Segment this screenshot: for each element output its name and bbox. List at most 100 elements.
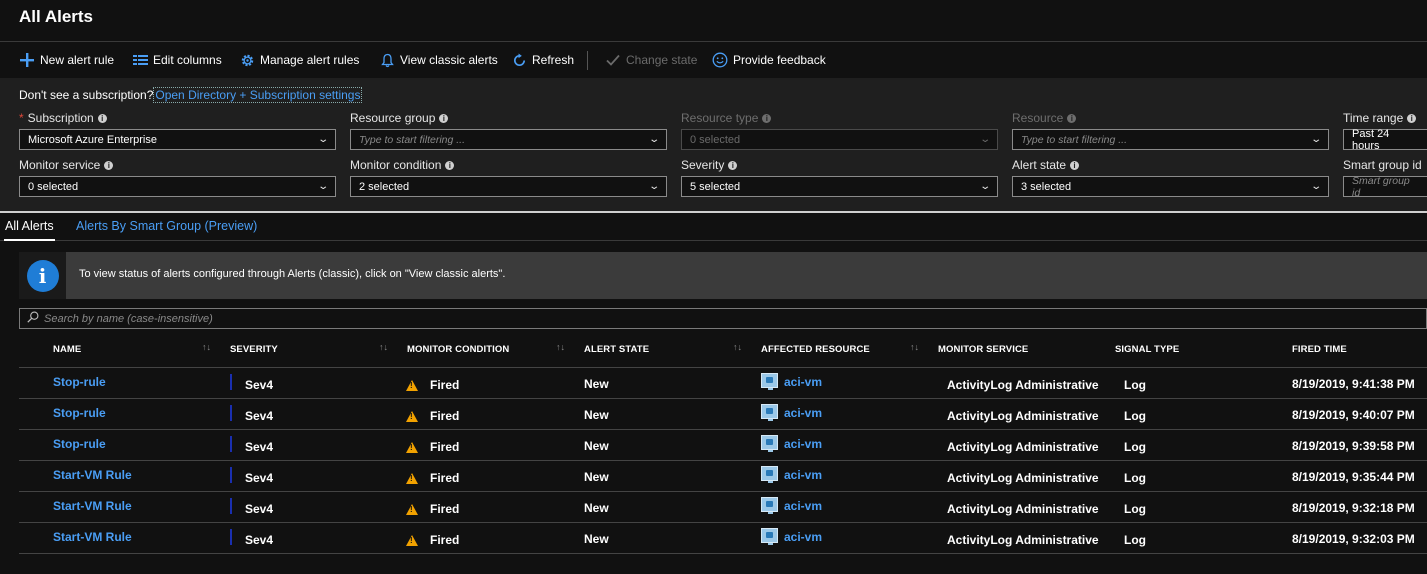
- view-classic-alerts-button[interactable]: View classic alerts: [379, 43, 498, 77]
- severity-dropdown[interactable]: 5 selected ⌄: [681, 176, 998, 197]
- banner-text: To view status of alerts configured thro…: [79, 268, 506, 280]
- alert-name-link[interactable]: Start-VM Rule: [53, 499, 132, 513]
- alert-state-label: Alert state i: [1012, 158, 1080, 172]
- column-header-monitor-service[interactable]: MONITOR SERVICE: [938, 344, 1028, 355]
- subscription-label-text: Subscription: [27, 111, 94, 125]
- time-range-value: Past 24 hours: [1352, 127, 1390, 152]
- info-icon: i: [1070, 160, 1080, 170]
- affected-resource-link[interactable]: aci-vm: [784, 530, 822, 544]
- checkmark-icon: [605, 52, 621, 68]
- monitor-service-label-text: Monitor service: [19, 158, 101, 172]
- warning-icon: [406, 442, 418, 453]
- sort-icon[interactable]: ↑↓: [910, 342, 919, 352]
- monitor-service-value: ActivityLog Administrative: [947, 502, 1099, 516]
- table-row[interactable]: Stop-rule Sev4 Fired New aci-vm Activity…: [19, 399, 1427, 430]
- sort-icon[interactable]: ↑↓: [556, 342, 565, 352]
- resource-group-dropdown[interactable]: Type to start filtering ... ⌄: [350, 129, 667, 150]
- signal-type-value: Log: [1124, 440, 1146, 454]
- column-header-fired-time[interactable]: FIRED TIME: [1292, 344, 1347, 355]
- affected-resource-link[interactable]: aci-vm: [784, 375, 822, 389]
- monitor-condition-label-text: Monitor condition: [350, 158, 442, 172]
- search-input[interactable]: [44, 312, 644, 325]
- severity-value: Sev4: [245, 471, 274, 485]
- provide-feedback-button[interactable]: Provide feedback: [712, 43, 826, 77]
- column-header-signal-type[interactable]: SIGNAL TYPE: [1115, 344, 1179, 355]
- monitor-service-dropdown[interactable]: 0 selected ⌄: [19, 176, 336, 197]
- resource-group-label-text: Resource group: [350, 111, 436, 125]
- table-row[interactable]: Start-VM Rule Sev4 Fired New aci-vm Acti…: [19, 492, 1427, 523]
- subscription-settings-link[interactable]: Open Directory + Subscription settings: [153, 87, 363, 103]
- provide-feedback-label: Provide feedback: [733, 53, 826, 67]
- manage-alert-rules-button[interactable]: Manage alert rules: [239, 43, 359, 77]
- column-header-monitor-condition[interactable]: MONITOR CONDITION: [407, 344, 509, 355]
- gear-icon: [239, 52, 255, 68]
- filter-panel: Don't see a subscription? Open Directory …: [0, 78, 1427, 211]
- table-row[interactable]: Start-VM Rule Sev4 Fired New aci-vm Acti…: [19, 461, 1427, 492]
- affected-resource-link[interactable]: aci-vm: [784, 499, 822, 513]
- vm-icon: [761, 373, 778, 390]
- affected-resource-link[interactable]: aci-vm: [784, 406, 822, 420]
- subscription-dropdown[interactable]: Microsoft Azure Enterprise ⌄: [19, 129, 336, 150]
- edit-columns-button[interactable]: Edit columns: [132, 43, 222, 77]
- column-header-affected-resource[interactable]: AFFECTED RESOURCE: [761, 344, 870, 355]
- severity-label: Severity i: [681, 158, 738, 172]
- resource-dropdown[interactable]: Type to start filtering ... ⌄: [1012, 129, 1329, 150]
- change-state-button[interactable]: Change state: [605, 43, 697, 77]
- resource-type-value: 0 selected: [690, 133, 741, 146]
- monitor-condition-value: Fired: [430, 440, 460, 454]
- column-header-alert-state[interactable]: ALERT STATE: [584, 344, 649, 355]
- monitor-service-value: ActivityLog Administrative: [947, 471, 1099, 485]
- search-box[interactable]: [19, 308, 1427, 329]
- info-banner: i To view status of alerts configured th…: [19, 252, 1427, 299]
- resource-type-dropdown[interactable]: 0 selected ⌄: [681, 129, 998, 150]
- column-header-severity[interactable]: SEVERITY: [230, 344, 278, 355]
- monitor-condition-value: 2 selected: [359, 180, 410, 193]
- refresh-label: Refresh: [532, 53, 575, 67]
- alert-state-dropdown[interactable]: 3 selected ⌄: [1012, 176, 1329, 197]
- new-alert-rule-button[interactable]: New alert rule: [19, 43, 114, 77]
- tab-alerts-by-smart-group[interactable]: Alerts By Smart Group (Preview): [76, 213, 257, 239]
- table-row[interactable]: Start-VM Rule Sev4 Fired New aci-vm Acti…: [19, 523, 1427, 554]
- severity-indicator: [230, 374, 232, 390]
- alert-name-link[interactable]: Stop-rule: [53, 375, 106, 389]
- monitor-condition-dropdown[interactable]: 2 selected ⌄: [350, 176, 667, 197]
- alert-name-link[interactable]: Start-VM Rule: [53, 468, 132, 482]
- alert-name-link[interactable]: Stop-rule: [53, 406, 106, 420]
- toolbar-separator: [587, 51, 588, 70]
- view-tabs: All Alerts Alerts By Smart Group (Previe…: [0, 213, 1427, 241]
- time-range-dropdown[interactable]: Past 24 hours: [1343, 127, 1427, 152]
- view-classic-alerts-label: View classic alerts: [400, 53, 498, 67]
- table-row[interactable]: Stop-rule Sev4 Fired New aci-vm Activity…: [19, 368, 1427, 399]
- alert-name-link[interactable]: Stop-rule: [53, 437, 106, 451]
- warning-icon: [406, 535, 418, 546]
- smart-group-id-input[interactable]: Smart group id: [1343, 175, 1427, 199]
- affected-resource-link[interactable]: aci-vm: [784, 437, 822, 451]
- sort-icon[interactable]: ↑↓: [733, 342, 742, 352]
- refresh-button[interactable]: Refresh: [511, 43, 574, 77]
- monitor-condition-label: Monitor condition i: [350, 158, 455, 172]
- alert-name-link[interactable]: Start-VM Rule: [53, 530, 132, 544]
- vm-icon: [761, 466, 778, 483]
- chevron-down-icon: ⌄: [647, 181, 660, 192]
- column-header-name[interactable]: NAME: [53, 344, 81, 355]
- vm-icon: [761, 404, 778, 421]
- severity-value: 5 selected: [690, 180, 741, 193]
- command-toolbar: New alert rule Edit columns Manage alert…: [0, 43, 1427, 77]
- info-icon: i: [97, 113, 107, 123]
- signal-type-value: Log: [1124, 378, 1146, 392]
- sort-icon[interactable]: ↑↓: [379, 342, 388, 352]
- change-state-label: Change state: [626, 53, 698, 67]
- signal-type-value: Log: [1124, 409, 1146, 423]
- warning-icon: [406, 473, 418, 484]
- table-row[interactable]: Stop-rule Sev4 Fired New aci-vm Activity…: [19, 430, 1427, 461]
- sort-icon[interactable]: ↑↓: [202, 342, 211, 352]
- fired-time-value: 8/19/2019, 9:39:58 PM: [1292, 439, 1415, 453]
- warning-icon: [406, 504, 418, 515]
- smart-group-id-label: Smart group id: [1343, 158, 1422, 172]
- signal-type-value: Log: [1124, 502, 1146, 516]
- tab-all-alerts[interactable]: All Alerts: [4, 213, 55, 241]
- warning-icon: [406, 411, 418, 422]
- vm-icon: [761, 528, 778, 545]
- affected-resource-link[interactable]: aci-vm: [784, 468, 822, 482]
- alert-state-value: New: [584, 408, 609, 422]
